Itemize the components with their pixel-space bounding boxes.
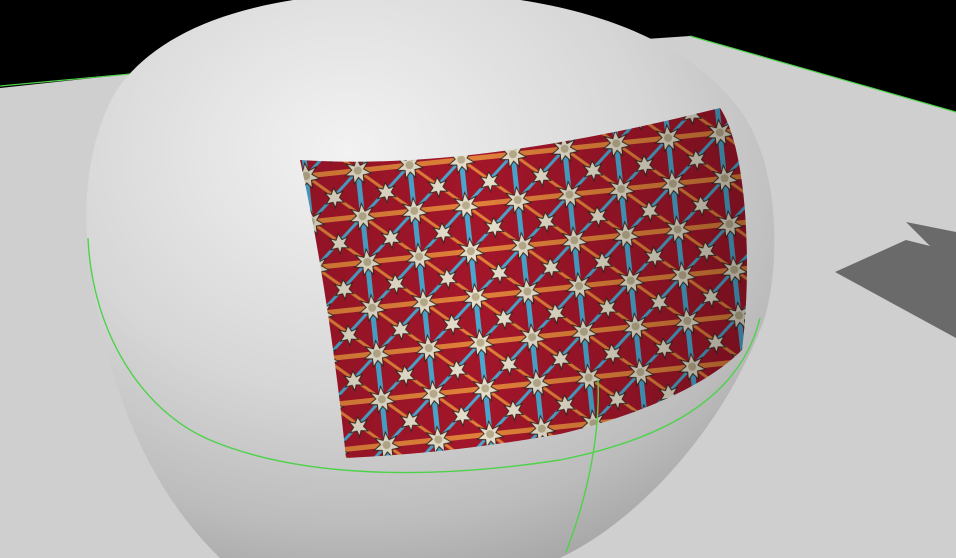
3d-viewport[interactable] — [0, 0, 956, 558]
scene-render[interactable] — [0, 0, 956, 558]
